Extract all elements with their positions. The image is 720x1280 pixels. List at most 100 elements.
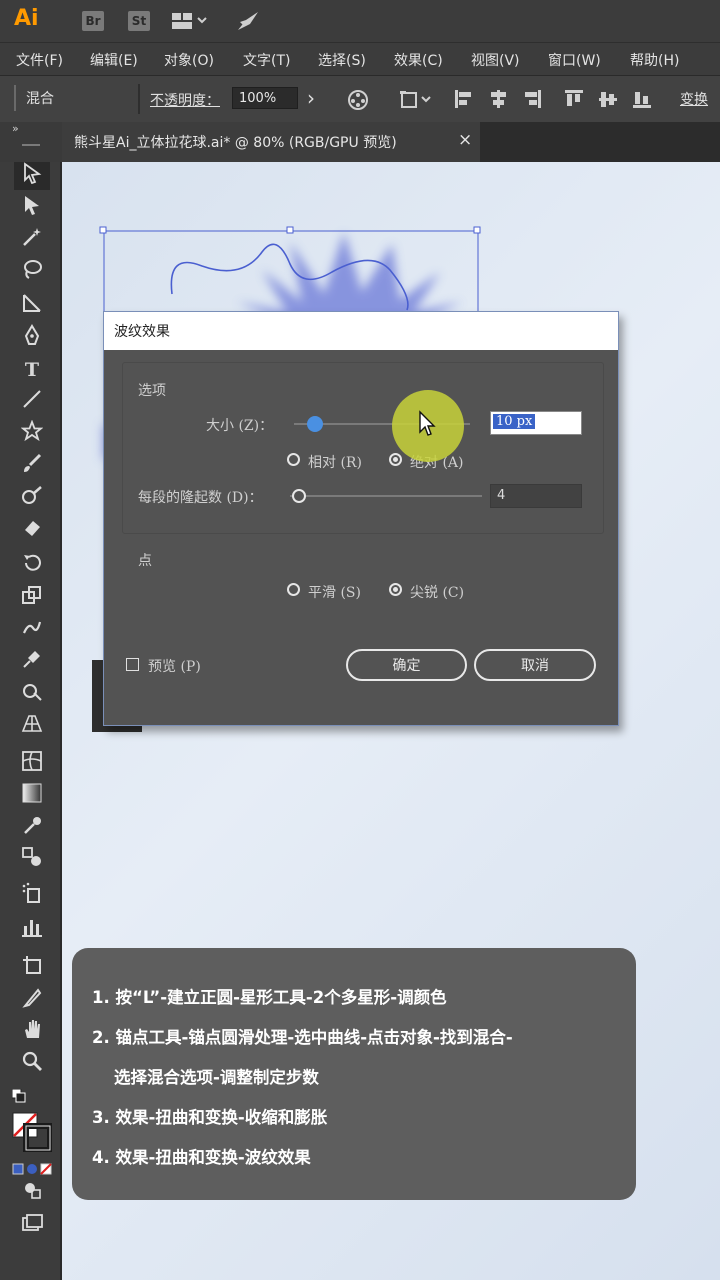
line-tool-icon[interactable] bbox=[18, 388, 46, 416]
artboard-tool-icon[interactable] bbox=[18, 954, 46, 982]
menu-object[interactable]: 对象(O) bbox=[164, 50, 214, 70]
shaper-tool-icon[interactable] bbox=[18, 484, 46, 512]
gpu-performance-icon[interactable] bbox=[236, 10, 260, 32]
panel-strip: » bbox=[0, 122, 62, 162]
dialog-titlebar[interactable]: 波纹效果 bbox=[104, 312, 618, 350]
default-colors-icon[interactable] bbox=[11, 1088, 26, 1103]
size-slider-thumb[interactable] bbox=[307, 416, 324, 432]
warp-tool-icon[interactable] bbox=[18, 616, 46, 644]
recolor-artwork-icon[interactable] bbox=[347, 89, 368, 110]
draw-mode-icon[interactable] bbox=[18, 1178, 46, 1206]
divider bbox=[138, 84, 140, 114]
puppet-warp-tool-icon[interactable] bbox=[18, 648, 46, 676]
menu-help[interactable]: 帮助(H) bbox=[630, 50, 679, 70]
eyedropper-tool-icon[interactable] bbox=[18, 814, 46, 842]
opacity-input[interactable]: 100% bbox=[232, 87, 298, 109]
panel-grip[interactable] bbox=[22, 144, 40, 146]
type-tool-icon[interactable]: T bbox=[18, 356, 46, 384]
dialog-title: 波纹效果 bbox=[114, 324, 170, 340]
bridge-icon[interactable]: Br bbox=[82, 11, 104, 31]
menu-file[interactable]: 文件(F) bbox=[16, 50, 63, 70]
instruction-step-3: 3. 效果-扭曲和变换-收缩和膨胀 bbox=[92, 1108, 328, 1127]
anchor-point-tool-icon[interactable] bbox=[18, 292, 46, 320]
app-bar: Ai Br St bbox=[0, 0, 720, 42]
size-input-value: 10 px bbox=[493, 414, 536, 429]
magic-wand-tool-icon[interactable] bbox=[18, 226, 46, 254]
menu-type[interactable]: 文字(T) bbox=[243, 50, 290, 70]
illustrator-logo: Ai bbox=[14, 6, 39, 31]
opacity-label[interactable]: 不透明度： bbox=[150, 90, 220, 110]
ridges-input[interactable]: 4 bbox=[490, 484, 582, 508]
preview-label[interactable]: 预览 (P) bbox=[148, 656, 201, 676]
menu-view[interactable]: 视图(V) bbox=[471, 50, 520, 70]
corner-label[interactable]: 尖锐 (C) bbox=[410, 582, 464, 602]
grip-handle[interactable] bbox=[14, 85, 16, 111]
menu-effect[interactable]: 效果(C) bbox=[394, 50, 443, 70]
tools-panel: T bbox=[0, 162, 62, 1280]
opacity-arrow-button[interactable]: › bbox=[307, 86, 315, 110]
direct-selection-tool-icon[interactable] bbox=[18, 194, 46, 222]
selection-tool-icon[interactable] bbox=[18, 162, 46, 190]
corner-radio[interactable] bbox=[389, 583, 402, 596]
document-setup-icon[interactable] bbox=[400, 89, 434, 109]
stock-icon[interactable]: St bbox=[128, 11, 150, 31]
mesh-tool-icon[interactable] bbox=[18, 750, 46, 778]
align-middle-icon[interactable] bbox=[598, 89, 618, 109]
collapse-panel-icon[interactable]: » bbox=[12, 122, 19, 135]
instruction-step-4: 4. 效果-扭曲和变换-波纹效果 bbox=[92, 1148, 311, 1167]
rotate-tool-icon[interactable] bbox=[18, 552, 46, 580]
ok-button[interactable]: 确定 bbox=[346, 649, 467, 681]
eraser-tool-icon[interactable] bbox=[18, 516, 46, 544]
menu-bar: 文件(F) 编辑(E) 对象(O) 文字(T) 选择(S) 效果(C) 视图(V… bbox=[0, 42, 720, 75]
options-group bbox=[122, 362, 604, 534]
align-bottom-icon[interactable] bbox=[632, 89, 652, 109]
fill-stroke-swatch[interactable] bbox=[12, 1112, 53, 1153]
document-tab[interactable]: 熊斗星Ai_立体拉花球.ai* @ 80% (RGB/GPU 预览) × bbox=[62, 122, 480, 162]
smooth-label[interactable]: 平滑 (S) bbox=[308, 582, 361, 602]
pen-tool-icon[interactable] bbox=[18, 324, 46, 352]
workspace-layout-icon[interactable] bbox=[172, 13, 207, 29]
transform-link[interactable]: 变换 bbox=[680, 89, 708, 109]
size-input[interactable]: 10 px bbox=[490, 411, 582, 435]
perspective-grid-tool-icon[interactable] bbox=[18, 712, 46, 740]
paintbrush-tool-icon[interactable] bbox=[18, 452, 46, 480]
screen-mode-icon[interactable] bbox=[18, 1212, 46, 1240]
options-heading: 选项 bbox=[138, 383, 166, 399]
scale-tool-icon[interactable] bbox=[18, 584, 46, 612]
absolute-radio[interactable] bbox=[389, 453, 402, 466]
instruction-step-1: 1. 按“L”-建立正圆-星形工具-2个多星形-调颜色 bbox=[92, 988, 447, 1007]
menu-edit[interactable]: 编辑(E) bbox=[90, 50, 138, 70]
color-mode-icons[interactable] bbox=[12, 1160, 52, 1175]
shape-builder-tool-icon[interactable] bbox=[18, 680, 46, 708]
menu-window[interactable]: 窗口(W) bbox=[548, 50, 601, 70]
relative-radio[interactable] bbox=[287, 453, 300, 466]
zoom-tool-icon[interactable] bbox=[18, 1050, 46, 1078]
align-right-icon[interactable] bbox=[522, 89, 542, 109]
smooth-radio[interactable] bbox=[287, 583, 300, 596]
instruction-step-2: 2. 锚点工具-锚点圆滑处理-选中曲线-点击对象-找到混合- bbox=[92, 1028, 513, 1047]
size-label: 大小 (Z)： bbox=[206, 418, 274, 434]
relative-label[interactable]: 相对 (R) bbox=[308, 452, 362, 472]
ridges-slider-thumb[interactable] bbox=[292, 489, 306, 503]
ridges-slider-track[interactable] bbox=[290, 495, 482, 497]
mouse-cursor-icon bbox=[418, 410, 436, 438]
align-top-icon[interactable] bbox=[564, 89, 584, 109]
cancel-button[interactable]: 取消 bbox=[474, 649, 596, 681]
menu-select[interactable]: 选择(S) bbox=[318, 50, 366, 70]
lasso-tool-icon[interactable] bbox=[18, 258, 46, 286]
gradient-tool-icon[interactable] bbox=[18, 782, 46, 810]
ridges-label: 每段的隆起数 (D)： bbox=[138, 490, 263, 506]
preview-checkbox[interactable] bbox=[126, 658, 139, 671]
symbol-sprayer-tool-icon[interactable] bbox=[18, 882, 46, 910]
blend-tool-icon[interactable] bbox=[18, 846, 46, 874]
star-tool-icon[interactable] bbox=[18, 419, 46, 448]
close-tab-icon[interactable]: × bbox=[458, 130, 472, 150]
zigzag-effect-dialog: 波纹效果 选项 大小 (Z)： 10 px 相对 (R) 绝对 (A) 每段的隆… bbox=[103, 311, 619, 726]
hand-tool-icon[interactable] bbox=[18, 1018, 46, 1046]
instruction-step-2-cont: 选择混合选项-调整制定步数 bbox=[114, 1068, 319, 1087]
align-center-icon[interactable] bbox=[488, 89, 508, 109]
blend-label: 混合 bbox=[26, 91, 54, 107]
column-graph-tool-icon[interactable] bbox=[18, 916, 46, 944]
align-left-icon[interactable] bbox=[454, 89, 474, 109]
slice-tool-icon[interactable] bbox=[18, 986, 46, 1014]
